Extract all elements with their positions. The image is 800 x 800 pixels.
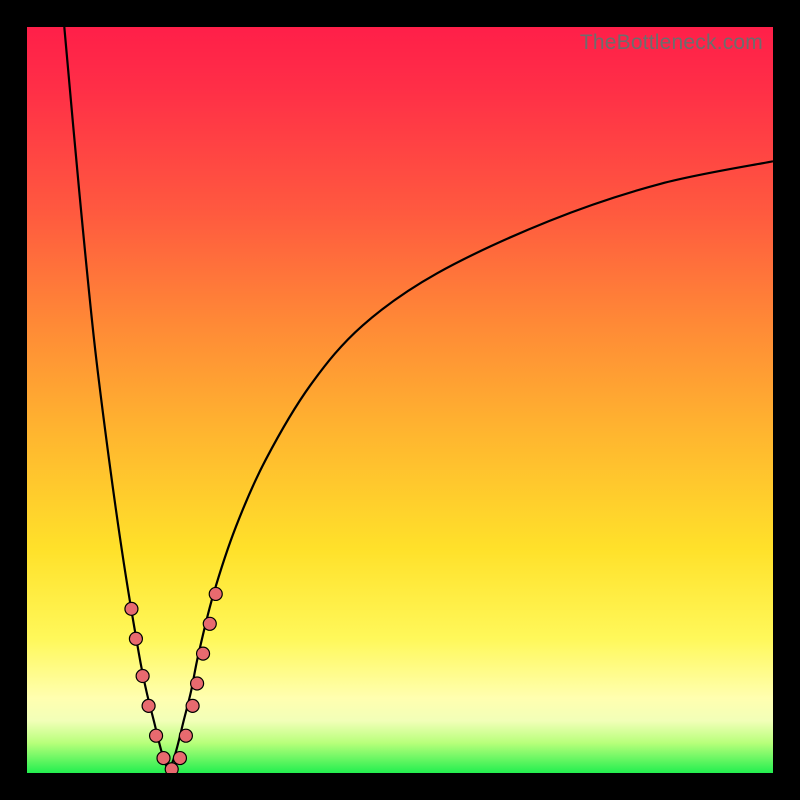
data-marker xyxy=(125,602,138,615)
data-marker xyxy=(142,699,155,712)
chart-frame: TheBottleneck.com xyxy=(0,0,800,800)
curve-left-branch xyxy=(64,27,168,773)
chart-plot-area: TheBottleneck.com xyxy=(27,27,773,773)
data-marker xyxy=(203,617,216,630)
data-marker xyxy=(136,670,149,683)
data-marker xyxy=(197,647,210,660)
data-marker xyxy=(129,632,142,645)
data-marker xyxy=(157,752,170,765)
data-marker xyxy=(173,752,186,765)
bottleneck-curve xyxy=(27,27,773,773)
data-marker xyxy=(191,677,204,690)
watermark-text: TheBottleneck.com xyxy=(580,31,763,55)
data-marker xyxy=(209,587,222,600)
curve-right-branch xyxy=(169,161,773,773)
data-marker xyxy=(186,699,199,712)
data-marker xyxy=(179,729,192,742)
curve-markers xyxy=(125,587,222,773)
data-marker xyxy=(165,763,178,773)
data-marker xyxy=(150,729,163,742)
